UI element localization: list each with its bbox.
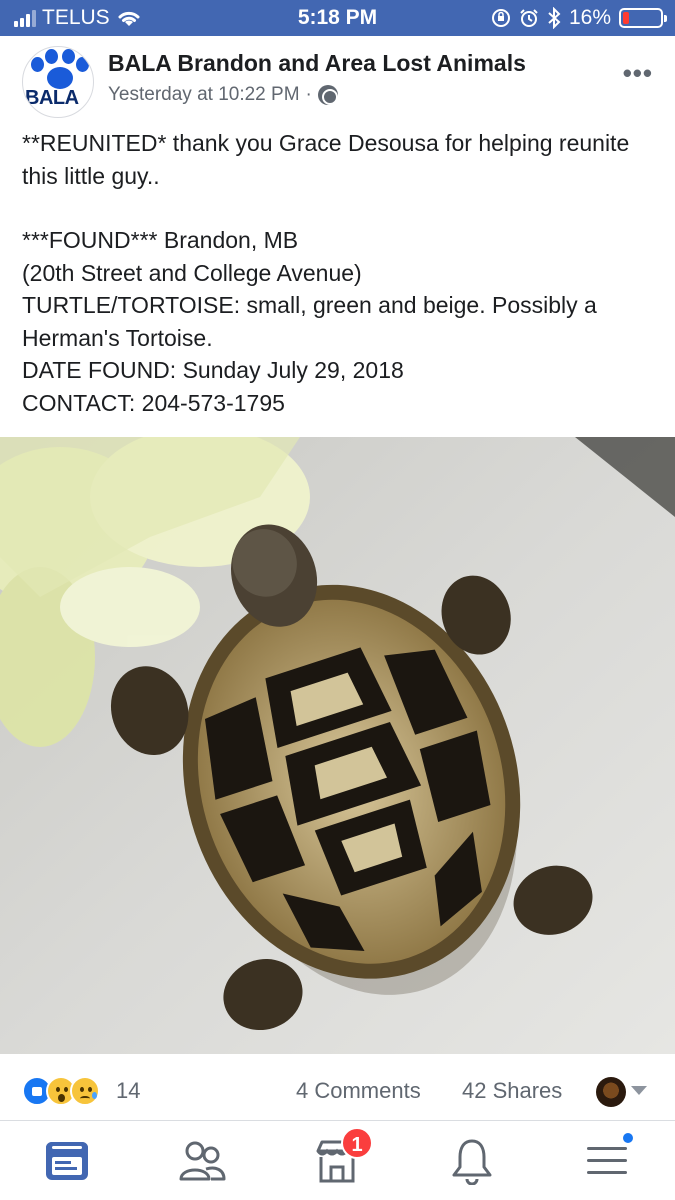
nav-marketplace[interactable]: 1 (313, 1127, 373, 1185)
nav-notifications[interactable] (448, 1137, 496, 1185)
post-text-line: TURTLE/TORTOISE: small, green and beige.… (22, 292, 597, 351)
status-right: 16% (491, 6, 667, 30)
friends-icon (179, 1141, 226, 1181)
status-bar: TELUS 5:18 PM 16% (0, 0, 675, 36)
battery-percent: 16% (568, 6, 611, 29)
chevron-down-icon[interactable] (631, 1086, 647, 1095)
post-timestamp[interactable]: Yesterday at 10:22 PM (108, 84, 300, 106)
post-meta: Yesterday at 10:22 PM · (108, 84, 338, 106)
post-text-line: **REUNITED* thank you Grace Desousa for … (22, 130, 630, 189)
page-avatar[interactable]: BALA (22, 46, 94, 118)
paw-toe (76, 57, 89, 72)
bluetooth-icon (548, 7, 561, 29)
menu-notification-dot (621, 1131, 635, 1145)
news-feed-icon (46, 1142, 88, 1180)
post-text: **REUNITED* thank you Grace Desousa for … (22, 127, 652, 419)
paw-toe (31, 57, 44, 72)
alarm-icon (520, 9, 538, 27)
paw-toe (45, 49, 58, 64)
sad-reaction-icon (70, 1076, 100, 1106)
avatar-logo-text: BALA (25, 87, 79, 109)
tortoise-illustration (0, 437, 675, 1054)
battery-icon (619, 8, 667, 28)
marketplace-badge: 1 (341, 1127, 373, 1159)
post-text-line: DATE FOUND: Sunday July 29, 2018 (22, 357, 404, 383)
post-header: BALA BALA Brandon and Area Lost Animals … (0, 36, 675, 124)
paw-icon (47, 67, 73, 89)
reacting-as-avatar[interactable] (596, 1077, 626, 1107)
reaction-icons[interactable] (22, 1076, 100, 1106)
orientation-lock-icon (491, 9, 510, 27)
nav-news-feed[interactable] (43, 1137, 91, 1185)
post-text-line: ***FOUND*** Brandon, MB (22, 227, 299, 253)
nav-menu[interactable] (583, 1131, 635, 1185)
reactions-bar: 14 4 Comments 42 Shares (0, 1062, 675, 1120)
post-text-line: (20th Street and College Avenue) (22, 259, 362, 286)
globe-icon (317, 85, 338, 105)
bell-icon (452, 1139, 492, 1185)
more-options-button[interactable]: ••• (623, 58, 653, 89)
bottom-nav: 1 (0, 1120, 675, 1200)
reaction-count[interactable]: 14 (116, 1078, 140, 1104)
paw-toe (62, 49, 75, 64)
comments-link[interactable]: 4 Comments (296, 1078, 421, 1104)
shares-link[interactable]: 42 Shares (462, 1078, 562, 1104)
nav-friends[interactable] (178, 1137, 226, 1185)
page-name[interactable]: BALA Brandon and Area Lost Animals (108, 50, 526, 77)
battery-level (623, 12, 629, 24)
tortoise-photo[interactable] (0, 437, 675, 1054)
meta-separator: · (305, 84, 312, 105)
post-text-line: CONTACT: 204-573-1795 (22, 389, 285, 416)
